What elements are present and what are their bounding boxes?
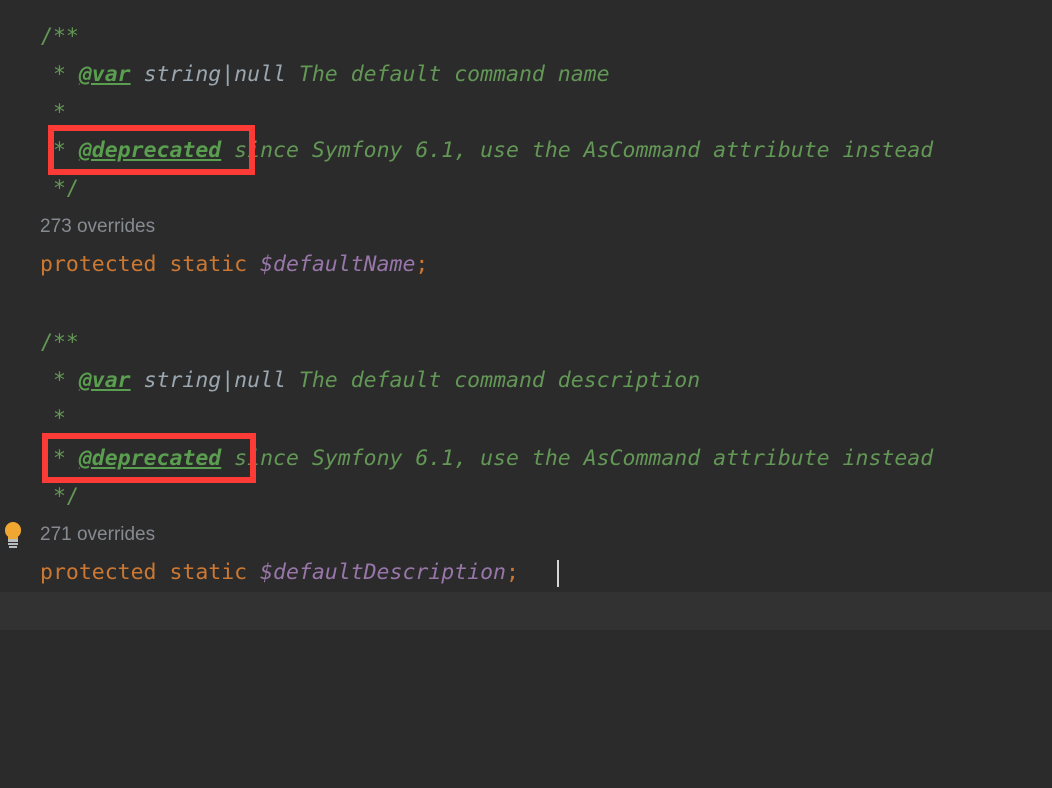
- doc-comment-close-1: */: [40, 176, 79, 201]
- doc-text-1: The default command name: [285, 62, 610, 87]
- doc-star-1: *: [40, 62, 79, 87]
- doc-comment-open-2: /**: [40, 330, 79, 355]
- doc-type-2: string|null: [130, 368, 286, 393]
- intention-bulb-icon[interactable]: [2, 522, 24, 548]
- doc-deprecated-text-1: since Symfony 6.1, use the AsCommand att…: [221, 138, 934, 163]
- doc-comment-close-2: */: [40, 484, 79, 509]
- text-caret: [557, 560, 559, 587]
- code-line-var-2[interactable]: * @var string|null The default command d…: [0, 362, 1052, 400]
- code-line-doc-close-1[interactable]: */: [0, 170, 1052, 208]
- code-line-blank-star-2[interactable]: *: [0, 400, 1052, 438]
- code-line-overrides-hint-1[interactable]: 273 overrides: [0, 208, 1052, 246]
- declaration-field-2[interactable]: $defaultDescription: [260, 560, 506, 585]
- doc-tag-var-2[interactable]: @var: [79, 368, 131, 393]
- code-line-deprecated-1[interactable]: * @deprecated since Symfony 6.1, use the…: [0, 132, 1052, 170]
- bulb-base-ring-1: [8, 539, 18, 542]
- doc-tag-var-1[interactable]: @var: [79, 62, 131, 87]
- declaration-semicolon-2: ;: [506, 560, 519, 585]
- declaration-keywords-2: protected static: [40, 560, 261, 585]
- code-line-doc-open-1[interactable]: /**: [0, 18, 1052, 56]
- overrides-hint-1[interactable]: 273 overrides: [40, 208, 155, 246]
- doc-tag-deprecated-1[interactable]: @deprecated: [79, 138, 221, 163]
- doc-blank-star-2: *: [40, 406, 66, 431]
- current-line-highlight: [0, 592, 1052, 630]
- code-line-declaration-2[interactable]: protected static $defaultDescription;: [0, 554, 1052, 630]
- doc-text-2: The default command description: [285, 368, 701, 393]
- doc-deprecated-text-2: since Symfony 6.1, use the AsCommand att…: [221, 446, 934, 471]
- doc-deprecated-line-1: * @deprecated since Symfony 6.1, use the…: [40, 132, 933, 170]
- code-editor[interactable]: /** * @var string|null The default comma…: [0, 0, 1052, 630]
- code-line-declaration-1[interactable]: protected static $defaultName;: [0, 246, 1052, 284]
- doc-star-dep-1: *: [40, 138, 79, 163]
- bulb-base-ring-3: [9, 546, 17, 548]
- doc-tag-deprecated-2[interactable]: @deprecated: [79, 446, 221, 471]
- doc-var-line-2: * @var string|null The default command d…: [40, 362, 700, 400]
- doc-var-line-1: * @var string|null The default command n…: [40, 56, 610, 94]
- code-line-doc-open-2[interactable]: /**: [0, 324, 1052, 362]
- declaration-semicolon-1: ;: [415, 252, 429, 277]
- bulb-base-ring-2: [8, 543, 18, 545]
- code-line-deprecated-2[interactable]: * @deprecated since Symfony 6.1, use the…: [0, 440, 1052, 478]
- doc-blank-star-1: *: [40, 100, 66, 125]
- code-line-blank-star-1[interactable]: *: [0, 94, 1052, 132]
- doc-star-2: *: [40, 368, 79, 393]
- declaration-field-1[interactable]: $defaultName: [260, 252, 415, 277]
- declaration-2: protected static $defaultDescription;: [40, 554, 519, 592]
- declaration-keywords-1: protected static: [40, 252, 261, 277]
- code-line-var-1[interactable]: * @var string|null The default command n…: [0, 56, 1052, 94]
- doc-deprecated-line-2: * @deprecated since Symfony 6.1, use the…: [40, 440, 933, 478]
- doc-star-dep-2: *: [40, 446, 79, 471]
- code-line-doc-close-2[interactable]: */: [0, 478, 1052, 516]
- overrides-hint-2[interactable]: 271 overrides: [40, 516, 155, 554]
- code-line-overrides-hint-2[interactable]: 271 overrides: [0, 516, 1052, 554]
- doc-type-1: string|null: [130, 62, 286, 87]
- declaration-1: protected static $defaultName;: [40, 246, 428, 284]
- doc-comment-open-1: /**: [40, 24, 79, 49]
